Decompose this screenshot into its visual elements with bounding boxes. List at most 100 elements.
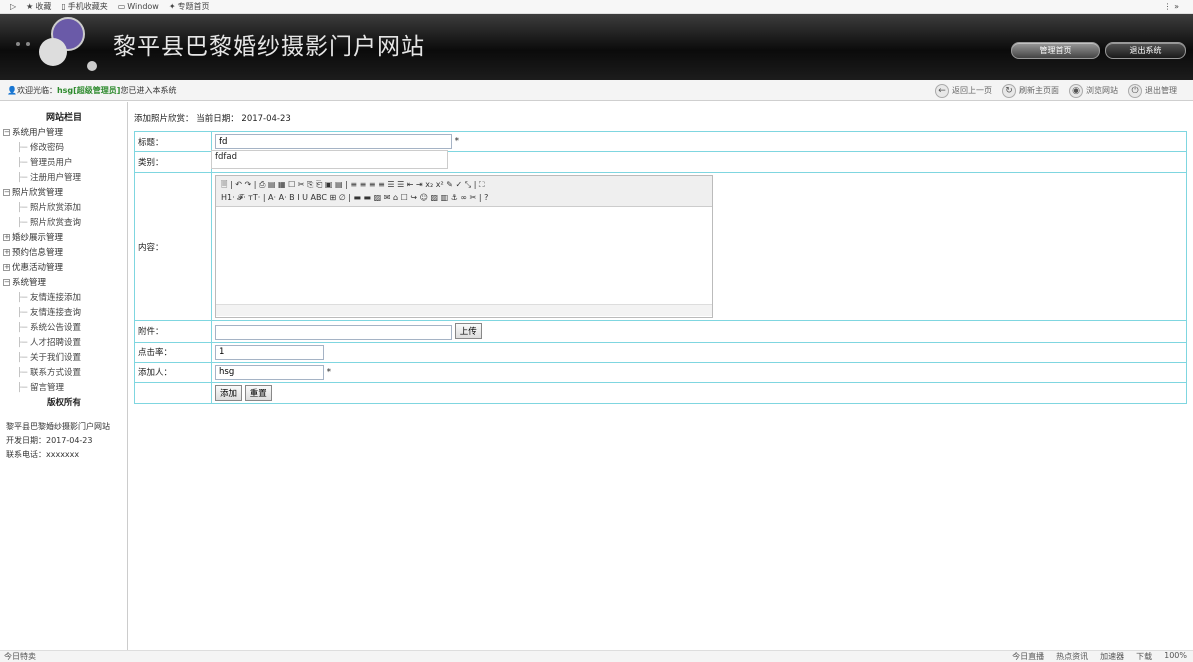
sidebar-group-2[interactable]: + 婚纱展示管理 — [3, 231, 127, 246]
sidebar-item[interactable]: 注册用户管理 — [3, 171, 127, 186]
sidebar-group-4[interactable]: + 优惠活动管理 — [3, 261, 127, 276]
status-item-live[interactable]: 今日直播 — [1012, 651, 1044, 662]
breadcrumb: 添加照片欣赏： 当前日期： 2017-04-23 — [134, 114, 291, 124]
exit-system-button[interactable]: 退出系统 — [1105, 42, 1186, 59]
refresh-icon: ↻ — [1002, 83, 1016, 98]
rich-text-editor: 🗏 | ↶ ↷ | ⎙ ▤ ▦ ☐ ✂ ⎘ ⎗ ▣ ▤ | ≡ ≡ ≡ ≡ ☰ … — [215, 175, 713, 318]
title-label: 标题： — [134, 131, 212, 152]
autocomplete-option[interactable]: fdfad — [215, 152, 237, 162]
attach-row: 附件： 上传 — [134, 320, 1187, 343]
bookmark-item-0[interactable]: ★ 收藏 — [26, 1, 51, 12]
sidebar-title: 网站栏目 — [45, 113, 82, 123]
sidebar-item[interactable]: 照片欣赏查询 — [3, 216, 127, 231]
editor-resize-handle[interactable] — [216, 304, 712, 316]
status-right: 今日直播 热点资讯 加速器 下载 100% — [1012, 651, 1193, 662]
minus-icon[interactable]: − — [3, 129, 10, 136]
sidebar-group-label: 系统用户管理 — [12, 128, 64, 138]
browse-site-button[interactable]: ◉ 浏览网站 — [1069, 83, 1118, 98]
back-arrow-icon: ← — [935, 83, 949, 98]
editor-toolbar-row2[interactable]: H1· 𝓕· тT· | A· A· B I U ABC ⊞ ∅ | ▬ ▬ ▨… — [221, 191, 707, 204]
category-label: 类别： — [134, 151, 212, 173]
buttons-row: 添加 重置 — [134, 381, 1187, 404]
sidebar-item[interactable]: 管理员用户 — [3, 156, 127, 171]
power-icon: ⏻ — [1128, 83, 1142, 98]
sidebar: 网站栏目 −系统用户管理修改密码管理员用户注册用户管理−照片欣赏管理照片欣赏添加… — [0, 102, 128, 650]
status-item-accel[interactable]: 加速器 — [1100, 651, 1124, 662]
sidebar-group-label: 优惠活动管理 — [12, 263, 64, 273]
sidebar-item[interactable]: 修改密码 — [3, 141, 127, 156]
editor-toolbar[interactable]: 🗏 | ↶ ↷ | ⎙ ▤ ▦ ☐ ✂ ⎘ ⎗ ▣ ▤ | ≡ ≡ ≡ ≡ ☰ … — [216, 176, 712, 207]
sidebar-group-0[interactable]: − 系统用户管理 — [3, 126, 127, 141]
minus-icon[interactable]: − — [3, 279, 10, 286]
adder-input[interactable] — [215, 364, 324, 380]
copyright: 版权所有 — [46, 398, 81, 408]
top-toolbar: ← 返回上一页 ↻ 刷新主页面 ◉ 浏览网站 ⏻ 退出管理 — [935, 80, 1177, 101]
back-button[interactable]: ← 返回上一页 — [935, 83, 992, 98]
menu-icon[interactable]: ⋮ » — [1164, 2, 1179, 11]
content-label: 内容： — [134, 172, 212, 321]
attach-input[interactable] — [215, 324, 452, 340]
user-icon: 👤 — [7, 85, 17, 95]
bookmark-item-2[interactable]: ▭ Window — [118, 2, 159, 11]
sidebar-item[interactable]: 联系方式设置 — [3, 366, 127, 381]
site-info-phone: 联系电话：xxxxxxx — [6, 450, 80, 459]
title-row: 标题： * — [134, 131, 1187, 152]
required-mark: * — [326, 367, 331, 377]
admin-home-button[interactable]: 管理首页 — [1011, 42, 1100, 59]
sidebar-item[interactable]: 友情连接查询 — [3, 306, 127, 321]
status-item-news[interactable]: 热点资讯 — [1056, 651, 1088, 662]
hits-label: 点击率： — [134, 341, 212, 363]
hits-row: 点击率： — [134, 341, 1187, 363]
status-left[interactable]: 今日特卖 — [4, 651, 36, 662]
upload-button[interactable]: 上传 — [454, 323, 482, 339]
sidebar-item[interactable]: 留言管理 — [3, 381, 127, 396]
plus-icon[interactable]: + — [3, 234, 10, 241]
sidebar-item[interactable]: 人才招聘设置 — [3, 336, 127, 351]
status-item-download[interactable]: 下载 — [1136, 651, 1152, 662]
sidebar-group-label: 婚纱展示管理 — [12, 233, 64, 243]
hits-input[interactable] — [215, 344, 324, 360]
attach-label: 附件： — [134, 320, 212, 343]
welcome-user: hsg[超级管理员] — [56, 85, 121, 95]
site-info: 黎平县巴黎婚纱摄影门户网站 开发日期：2017-04-23 联系电话：xxxxx… — [6, 420, 110, 462]
status-bar: 今日特卖 今日直播 热点资讯 加速器 下载 100% — [0, 650, 1193, 662]
sidebar-group-label: 预约信息管理 — [12, 248, 64, 258]
sidebar-group-label: 照片欣赏管理 — [12, 188, 64, 198]
site-title: 黎平县巴黎婚纱摄影门户网站 — [113, 34, 425, 60]
photo-form: 标题： * 类别： 内容： 🗏 | ↶ ↷ | ⎙ ▤ ▦ ☐ ✂ ⎘ ⎗ ▣ … — [134, 131, 1187, 404]
sidebar-group-label: 系统管理 — [12, 278, 47, 288]
status-item-zoom[interactable]: 100% — [1164, 651, 1187, 662]
sidebar-item[interactable]: 友情连接添加 — [3, 291, 127, 306]
add-button[interactable]: 添加 — [215, 384, 243, 401]
editor-area[interactable] — [216, 207, 712, 304]
sidebar-item[interactable]: 关于我们设置 — [3, 351, 127, 366]
logo-icon — [16, 17, 97, 71]
autocomplete-dropdown[interactable]: fdfad — [211, 150, 448, 169]
sidebar-group-3[interactable]: + 预约信息管理 — [3, 246, 127, 261]
bookmark-item-3[interactable]: ✦ 专题首页 — [169, 1, 210, 12]
editor-toolbar-row1[interactable]: 🗏 | ↶ ↷ | ⎙ ▤ ▦ ☐ ✂ ⎘ ⎗ ▣ ▤ | ≡ ≡ ≡ ≡ ☰ … — [221, 178, 707, 191]
plus-icon[interactable]: + — [3, 249, 10, 256]
logout-button[interactable]: ⏻ 退出管理 — [1128, 83, 1177, 98]
adder-row: 添加人： * — [134, 361, 1187, 383]
sidebar-group-5[interactable]: − 系统管理 — [3, 276, 127, 291]
plus-icon[interactable]: + — [3, 264, 10, 271]
sidebar-item[interactable]: 系统公告设置 — [3, 321, 127, 336]
refresh-button[interactable]: ↻ 刷新主页面 — [1002, 83, 1059, 98]
adder-label: 添加人： — [134, 361, 212, 383]
minus-icon[interactable]: − — [3, 189, 10, 196]
welcome-prefix: 欢迎光临： — [16, 85, 57, 95]
sidebar-item[interactable]: 照片欣赏添加 — [3, 201, 127, 216]
reset-button[interactable]: 重置 — [244, 384, 272, 401]
required-mark: * — [454, 136, 459, 147]
site-info-date: 开发日期：2017-04-23 — [6, 436, 93, 445]
browse-icon: ◉ — [1069, 83, 1083, 98]
back-icon[interactable]: ▷ — [10, 2, 16, 11]
bookmarks-bar: ▷ ★ 收藏 ▯ 手机收藏夹 ▭ Window ✦ 专题首页 ⋮ » — [0, 0, 1193, 14]
sidebar-group-1[interactable]: − 照片欣赏管理 — [3, 186, 127, 201]
content-row: 内容： 🗏 | ↶ ↷ | ⎙ ▤ ▦ ☐ ✂ ⎘ ⎗ ▣ ▤ | ≡ ≡ ≡ … — [134, 172, 1187, 321]
welcome-suffix: 您已进入本系统 — [120, 85, 177, 95]
title-input[interactable] — [215, 134, 452, 149]
nav-tree: −系统用户管理修改密码管理员用户注册用户管理−照片欣赏管理照片欣赏添加照片欣赏查… — [3, 126, 127, 396]
bookmark-item-1[interactable]: ▯ 手机收藏夹 — [61, 1, 107, 12]
